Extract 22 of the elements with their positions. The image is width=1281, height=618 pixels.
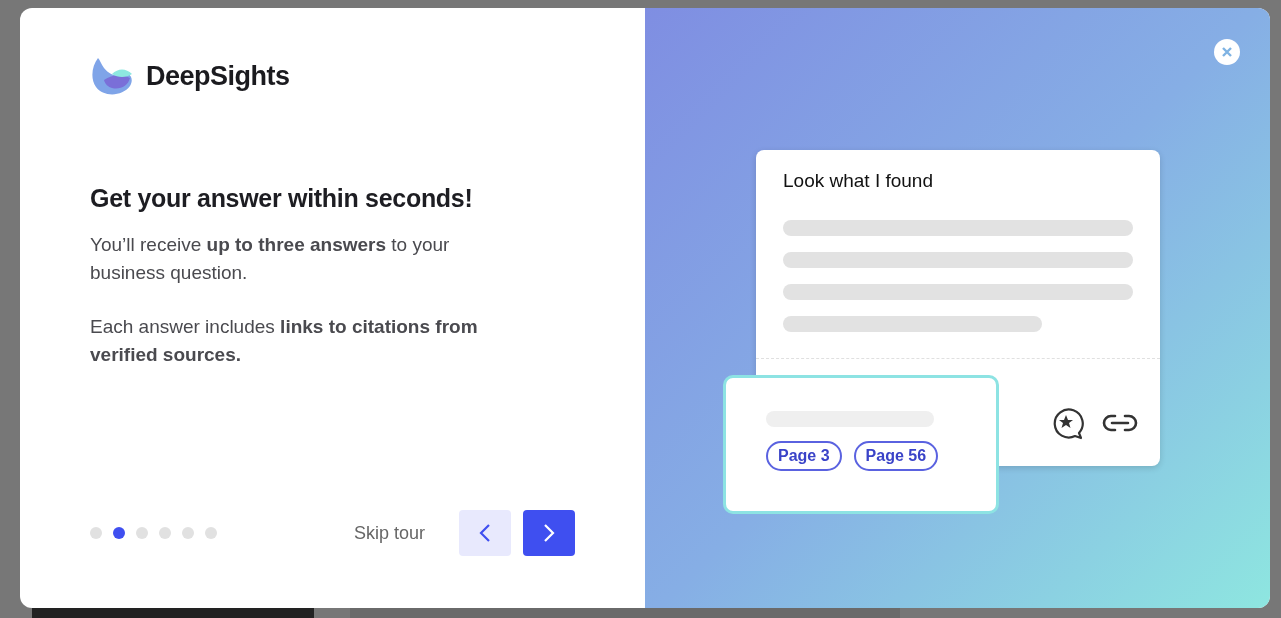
chevron-right-icon: [543, 523, 555, 543]
skip-tour-link[interactable]: Skip tour: [353, 522, 425, 544]
step-dot[interactable]: [159, 527, 171, 539]
logo-icon: [90, 56, 134, 96]
close-button[interactable]: [1214, 39, 1240, 65]
page-tag[interactable]: Page 3: [766, 441, 842, 471]
close-icon: [1221, 46, 1233, 58]
step-dot[interactable]: [205, 527, 217, 539]
link-icon: [1102, 413, 1138, 433]
step-dot[interactable]: [113, 527, 125, 539]
step-dot[interactable]: [182, 527, 194, 539]
page-tag[interactable]: Page 56: [853, 441, 939, 471]
next-button[interactable]: [523, 510, 575, 556]
logo-text: DeepSights: [146, 60, 290, 92]
description-text: You’ll receive up to three answers to your business question.: [90, 233, 451, 285]
step-dot[interactable]: [136, 527, 148, 539]
description-text: Each answer includes links to citations from verified sources.: [90, 315, 479, 367]
chevron-left-icon: [479, 523, 491, 543]
previous-button[interactable]: [459, 510, 511, 556]
card-title: Look what I found: [783, 170, 934, 192]
heading: Get your answer within seconds!: [90, 184, 474, 213]
step-dot[interactable]: [90, 527, 102, 539]
